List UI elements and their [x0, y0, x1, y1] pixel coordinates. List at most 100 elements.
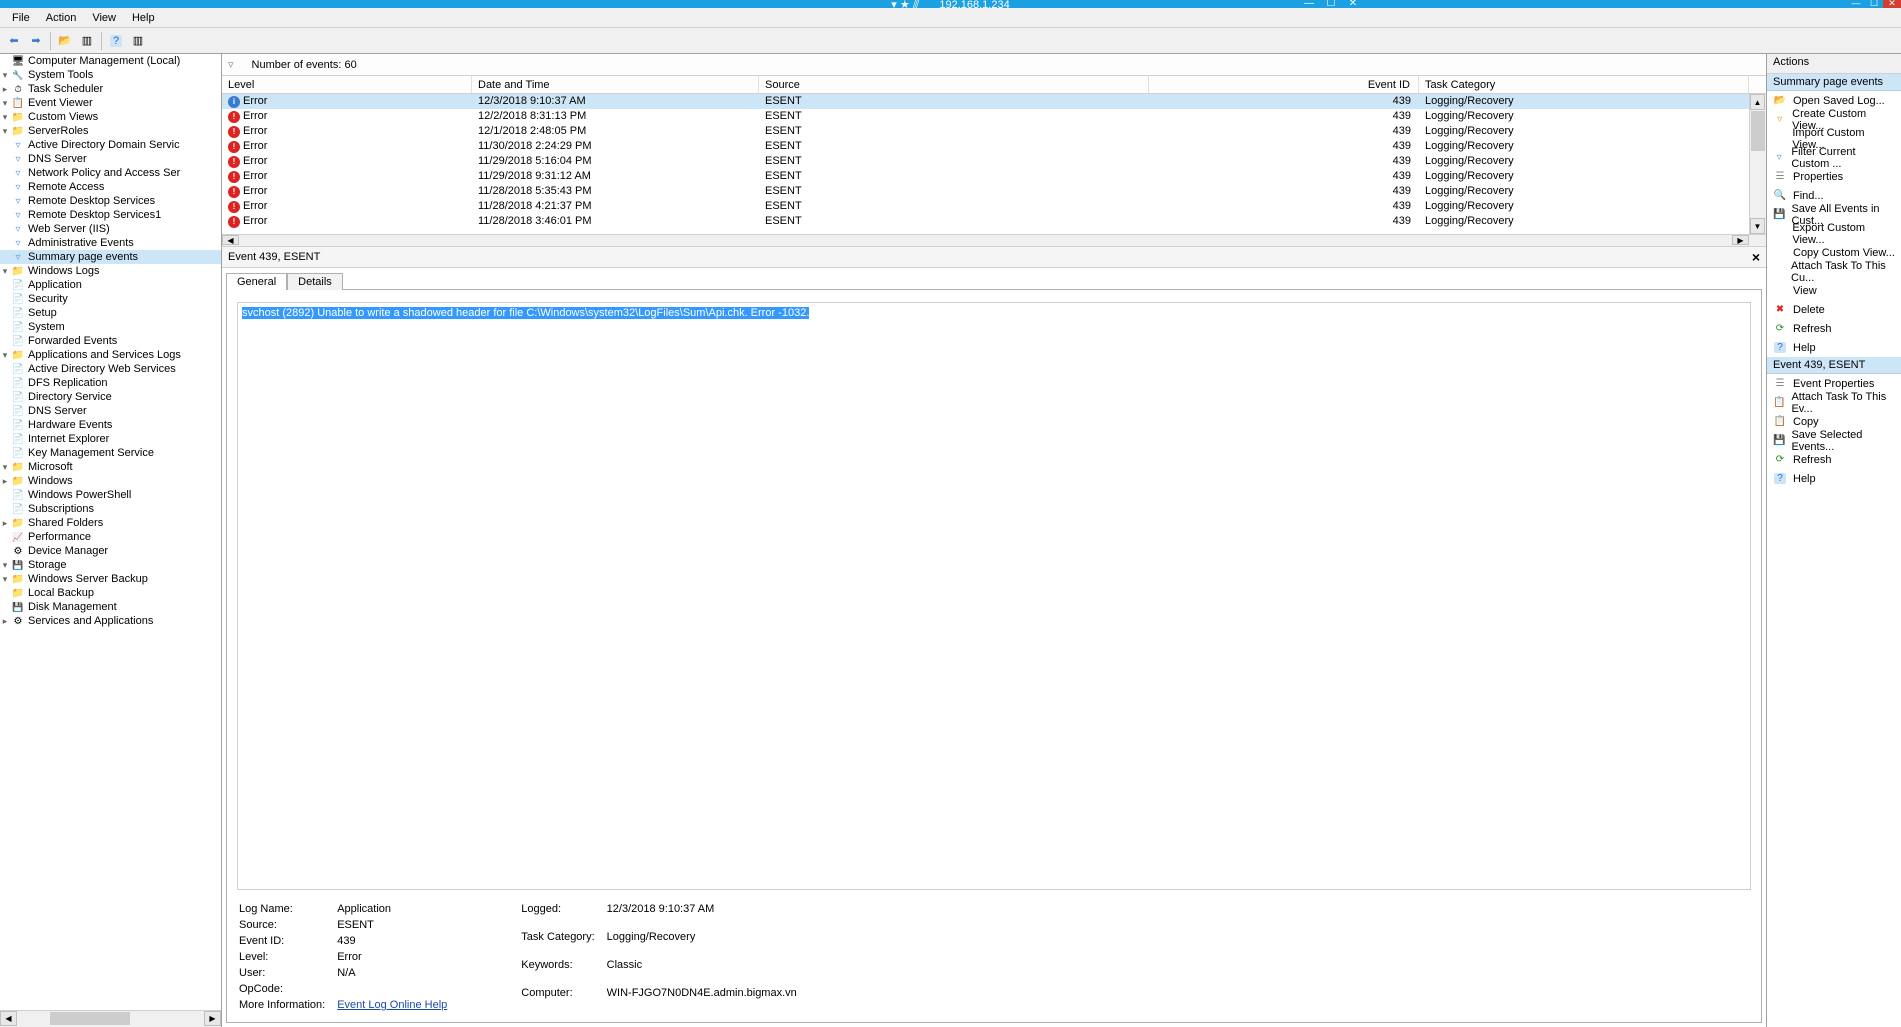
grid-hscrollbar[interactable]: ◀ ▶: [222, 234, 1766, 246]
inner-close-button[interactable]: ✕: [1345, 0, 1361, 9]
tree-item[interactable]: ▾Event Viewer: [0, 96, 221, 110]
inner-maximize-button[interactable]: ☐: [1323, 0, 1339, 9]
detail-message-box[interactable]: svchost (2892) Unable to write a shadowe…: [237, 302, 1751, 890]
menu-view[interactable]: View: [84, 10, 124, 26]
tree-item[interactable]: Active Directory Web Services: [0, 362, 221, 376]
scroll-left-arrow-icon[interactable]: ◀: [0, 1011, 17, 1026]
tree-toggle-icon[interactable]: ▸: [0, 84, 10, 95]
tree-item[interactable]: Remote Desktop Services1: [0, 208, 221, 222]
tree-item[interactable]: Disk Management: [0, 600, 221, 614]
tree-item[interactable]: Summary page events: [0, 250, 221, 264]
inner-minimize-button[interactable]: —: [1301, 0, 1317, 9]
event-row[interactable]: !Error11/28/2018 3:46:01 PMESENT439Loggi…: [222, 214, 1766, 229]
tree-item[interactable]: Local Backup: [0, 586, 221, 600]
tree-toggle-icon[interactable]: ▾: [0, 560, 10, 571]
tree-item[interactable]: Internet Explorer: [0, 432, 221, 446]
tree-item[interactable]: Remote Access: [0, 180, 221, 194]
event-row[interactable]: !Error12/1/2018 2:48:05 PMESENT439Loggin…: [222, 124, 1766, 139]
tree-item[interactable]: Hardware Events: [0, 418, 221, 432]
tree-item[interactable]: System: [0, 320, 221, 334]
tree-toggle-icon[interactable]: ▾: [0, 98, 10, 109]
tree-toggle-icon[interactable]: ▾: [0, 70, 10, 81]
tree-toggle-icon[interactable]: ▸: [0, 616, 10, 627]
detail-close-button[interactable]: ×: [1752, 249, 1760, 265]
tree-item[interactable]: Forwarded Events: [0, 334, 221, 348]
menu-help[interactable]: Help: [124, 10, 163, 26]
forward-button[interactable]: ➡: [26, 31, 46, 51]
event-row[interactable]: !Error12/2/2018 8:31:13 PMESENT439Loggin…: [222, 109, 1766, 124]
outer-close-button[interactable]: ✕: [1883, 0, 1901, 8]
outer-minimize-button[interactable]: —: [1847, 0, 1865, 8]
action-item[interactable]: Refresh: [1767, 319, 1901, 338]
menu-action[interactable]: Action: [38, 10, 85, 26]
tree-item[interactable]: Setup: [0, 306, 221, 320]
col-event-id[interactable]: Event ID: [1149, 76, 1419, 93]
event-row[interactable]: !Error11/30/2018 2:24:29 PMESENT439Loggi…: [222, 139, 1766, 154]
action-item[interactable]: Attach Task To This Cu...: [1767, 262, 1901, 281]
tree-item[interactable]: Windows PowerShell: [0, 488, 221, 502]
tree-item[interactable]: ▸Windows: [0, 474, 221, 488]
event-row[interactable]: !Error11/28/2018 5:35:43 PMESENT439Loggi…: [222, 184, 1766, 199]
tree-toggle-icon[interactable]: ▾: [0, 462, 10, 473]
scroll-thumb[interactable]: [1751, 111, 1765, 151]
outer-maximize-button[interactable]: ☐: [1865, 0, 1883, 8]
event-row[interactable]: !Error11/29/2018 9:31:12 AMESENT439Loggi…: [222, 169, 1766, 184]
tree-item[interactable]: DFS Replication: [0, 376, 221, 390]
tree-item[interactable]: Subscriptions: [0, 502, 221, 516]
scroll-down-arrow-icon[interactable]: ▼: [1750, 218, 1765, 234]
tree-item[interactable]: ▾ServerRoles: [0, 124, 221, 138]
help-button[interactable]: ?: [106, 31, 126, 51]
tree-toggle-icon[interactable]: ▸: [0, 518, 10, 529]
tree-item[interactable]: Network Policy and Access Ser: [0, 166, 221, 180]
menu-file[interactable]: File: [4, 10, 38, 26]
tree-item[interactable]: ▾System Tools: [0, 68, 221, 82]
tree-item[interactable]: Security: [0, 292, 221, 306]
panel-toggle-button[interactable]: ▥: [128, 31, 148, 51]
scroll-left-arrow-icon[interactable]: ◀: [222, 235, 239, 245]
tree-item[interactable]: Key Management Service: [0, 446, 221, 460]
tree-item[interactable]: ▸Services and Applications: [0, 614, 221, 628]
action-item[interactable]: Delete: [1767, 300, 1901, 319]
tree-item[interactable]: ▾Storage: [0, 558, 221, 572]
col-date[interactable]: Date and Time: [472, 76, 759, 93]
navigation-tree[interactable]: Computer Management (Local)▾System Tools…: [0, 54, 221, 1010]
tree-item[interactable]: Remote Desktop Services: [0, 194, 221, 208]
tree-toggle-icon[interactable]: ▾: [0, 350, 10, 361]
action-item[interactable]: Refresh: [1767, 450, 1901, 469]
tree-toggle-icon[interactable]: ▾: [0, 126, 10, 137]
tree-item[interactable]: DNS Server: [0, 152, 221, 166]
scroll-up-arrow-icon[interactable]: ▲: [1750, 94, 1765, 110]
tree-hscrollbar[interactable]: ◀ ▶: [0, 1010, 221, 1027]
tree-item[interactable]: ▾Applications and Services Logs: [0, 348, 221, 362]
tree-item[interactable]: ▾Windows Logs: [0, 264, 221, 278]
action-item[interactable]: Properties: [1767, 167, 1901, 186]
tree-item[interactable]: Administrative Events: [0, 236, 221, 250]
scroll-right-arrow-icon[interactable]: ▶: [204, 1011, 221, 1026]
tree-toggle-icon[interactable]: ▸: [0, 476, 10, 487]
action-item[interactable]: View: [1767, 281, 1901, 300]
event-row[interactable]: iError12/3/2018 9:10:37 AMESENT439Loggin…: [222, 94, 1766, 109]
back-button[interactable]: ⬅: [4, 31, 24, 51]
action-item[interactable]: Save Selected Events...: [1767, 431, 1901, 450]
tab-general[interactable]: General: [226, 273, 287, 290]
col-level[interactable]: Level: [222, 76, 472, 93]
col-task-category[interactable]: Task Category: [1419, 76, 1749, 93]
tree-item[interactable]: ▾Custom Views: [0, 110, 221, 124]
grid-vscrollbar[interactable]: ▲ ▼: [1749, 94, 1766, 234]
show-hide-tree-button[interactable]: ▥: [77, 31, 97, 51]
tree-item[interactable]: Active Directory Domain Servic: [0, 138, 221, 152]
action-item[interactable]: Help: [1767, 469, 1901, 488]
tree-item[interactable]: DNS Server: [0, 404, 221, 418]
tree-item[interactable]: Performance: [0, 530, 221, 544]
tree-item[interactable]: Web Server (IIS): [0, 222, 221, 236]
event-row[interactable]: !Error11/28/2018 4:21:37 PMESENT439Loggi…: [222, 199, 1766, 214]
action-item[interactable]: Filter Current Custom ...: [1767, 148, 1901, 167]
grid-header[interactable]: Level Date and Time Source Event ID Task…: [222, 76, 1766, 94]
tree-item[interactable]: ▸Shared Folders: [0, 516, 221, 530]
event-log-help-link[interactable]: Event Log Online Help: [337, 999, 447, 1011]
action-item[interactable]: Export Custom View...: [1767, 224, 1901, 243]
tree-item[interactable]: Application: [0, 278, 221, 292]
event-row[interactable]: !Error11/29/2018 5:16:04 PMESENT439Loggi…: [222, 154, 1766, 169]
action-item[interactable]: Help: [1767, 338, 1901, 357]
tree-item[interactable]: ▾Microsoft: [0, 460, 221, 474]
